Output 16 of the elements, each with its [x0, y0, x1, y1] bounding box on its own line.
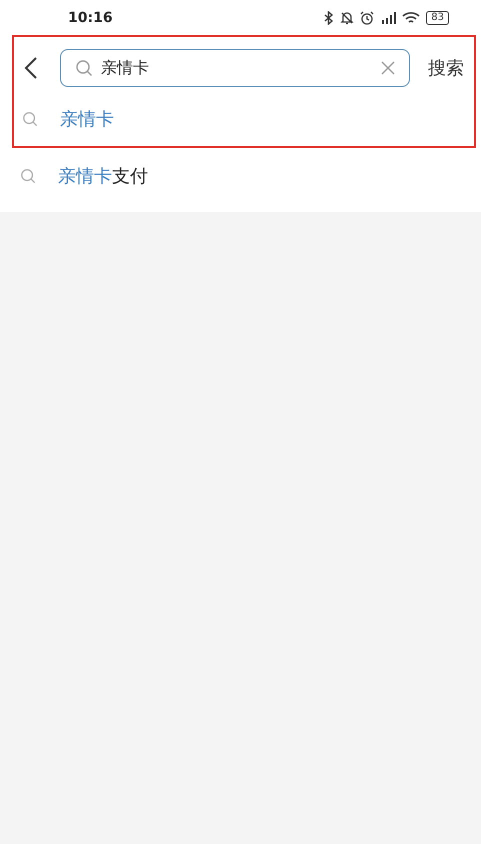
muted-bell-icon	[340, 10, 354, 24]
status-time: 10:16	[68, 10, 113, 26]
search-icon	[75, 59, 93, 77]
suggestion-item[interactable]: 亲情卡	[14, 99, 474, 139]
bluetooth-icon	[324, 10, 334, 24]
alarm-icon	[360, 10, 374, 24]
back-icon[interactable]	[24, 56, 38, 80]
search-button[interactable]: 搜索	[428, 56, 464, 80]
wifi-icon	[402, 10, 420, 24]
battery-indicator: 83	[426, 10, 449, 24]
search-field[interactable]: 亲情卡	[60, 49, 410, 87]
search-icon	[20, 168, 36, 184]
clear-icon[interactable]	[381, 61, 395, 75]
suggestion-item[interactable]: 亲情卡支付	[0, 148, 481, 204]
search-icon	[22, 111, 38, 127]
signal-icon	[380, 10, 396, 24]
